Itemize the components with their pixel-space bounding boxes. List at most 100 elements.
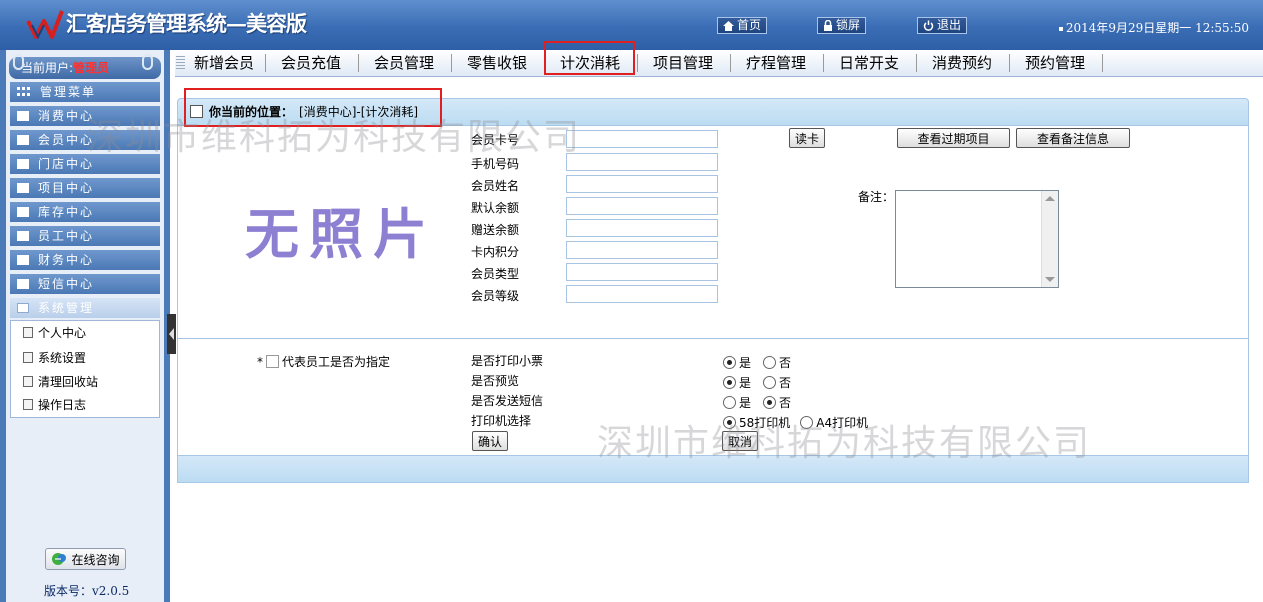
- hook-icon: [13, 54, 24, 70]
- menu-title: 管理菜单: [10, 82, 160, 102]
- chat-icon: [52, 553, 67, 565]
- current-user: 当前用户:管理员: [9, 54, 161, 79]
- submenu-item-recycle[interactable]: 清理回收站: [23, 373, 98, 390]
- divider: [177, 338, 1249, 339]
- view-remarks-button[interactable]: 查看备注信息: [1016, 128, 1130, 148]
- nav-course-manage[interactable]: 疗程管理: [737, 50, 815, 76]
- print-receipt-yes[interactable]: [723, 356, 736, 369]
- nav-separator: [730, 54, 731, 72]
- member-level-input[interactable]: [566, 285, 718, 303]
- read-card-button[interactable]: 读卡: [789, 128, 825, 148]
- nav-member-manage[interactable]: 会员管理: [365, 50, 443, 76]
- label-card-points: 卡内积分: [471, 245, 520, 259]
- watermark-top: 深圳市维科拓为科技有限公司: [87, 117, 582, 158]
- version-label: 版本号：v2.0.5: [44, 584, 130, 598]
- remarks-label: 备注：: [858, 190, 895, 204]
- module-nav: 新增会员 会员充值 会员管理 零售收银 计次消耗 项目管理 疗程管理 日常开支 …: [175, 50, 1263, 77]
- employee-assigned-checkbox[interactable]: [266, 355, 279, 368]
- view-expired-button[interactable]: 查看过期项目: [897, 128, 1010, 148]
- default-balance-input[interactable]: [566, 197, 718, 215]
- menu-icon: [17, 111, 29, 121]
- home-button[interactable]: 首页: [717, 17, 768, 34]
- label-member-type: 会员类型: [471, 267, 520, 281]
- power-icon: [923, 20, 934, 31]
- menu-icon: [17, 159, 29, 169]
- nav-separator: [1009, 54, 1010, 72]
- menu-icon: [17, 207, 29, 217]
- sidebar-item-sms[interactable]: 短信中心: [10, 274, 160, 294]
- grid-icon: [17, 87, 30, 96]
- preview-yes[interactable]: [723, 376, 736, 389]
- send-sms-yes[interactable]: [723, 396, 736, 409]
- submenu-item-logs[interactable]: 操作日志: [23, 396, 86, 413]
- sidebar-item-staff[interactable]: 员工中心: [10, 226, 160, 246]
- nav-separator: [823, 54, 824, 72]
- printer-select-label: 打印机选择: [471, 414, 532, 428]
- scroll-up-icon: [1045, 196, 1055, 201]
- print-receipt-label: 是否打印小票: [471, 354, 544, 368]
- home-label: 首页: [737, 18, 762, 32]
- nav-consume-booking[interactable]: 消费预约: [923, 50, 1001, 76]
- send-sms-radio: 是 否: [723, 394, 791, 411]
- label-member-name: 会员姓名: [471, 179, 520, 193]
- sidebar-item-project[interactable]: 项目中心: [10, 178, 160, 198]
- preview-radio: 是 否: [723, 374, 791, 391]
- nav-separator: [265, 54, 266, 72]
- member-photo-placeholder: 无照片: [245, 202, 437, 266]
- logout-button[interactable]: 退出: [917, 17, 968, 34]
- nav-booking-manage[interactable]: 预约管理: [1016, 50, 1094, 76]
- logo-icon: [26, 10, 64, 40]
- sidebar-item-finance[interactable]: 财务中心: [10, 250, 160, 270]
- send-sms-no[interactable]: [763, 396, 777, 409]
- nav-separator: [358, 54, 359, 72]
- page-icon: [23, 399, 33, 410]
- menu-icon: [17, 279, 29, 289]
- sidebar-toggle[interactable]: [167, 314, 176, 354]
- datetime: 2014年9月29日星期一 12:55:50: [1058, 19, 1249, 36]
- confirm-button[interactable]: 确认: [472, 431, 508, 451]
- nav-project-manage[interactable]: 项目管理: [644, 50, 722, 76]
- print-receipt-no[interactable]: [763, 356, 777, 369]
- phone-input[interactable]: [566, 153, 718, 171]
- nav-separator: [916, 54, 917, 72]
- employee-assigned-option[interactable]: * 代表员工是否为指定: [257, 353, 390, 370]
- page-icon: [23, 352, 33, 363]
- nav-member-recharge[interactable]: 会员充值: [272, 50, 350, 76]
- app-title: 汇客店务管理系统—美容版: [66, 11, 307, 36]
- nav-separator: [451, 54, 452, 72]
- label-bonus-balance: 赠送余额: [471, 223, 520, 237]
- page-icon: [23, 327, 33, 338]
- watermark-bottom: 深圳市维科拓为科技有限公司: [597, 423, 1092, 464]
- lock-label: 锁屏: [836, 18, 861, 32]
- current-user-name: 管理员: [73, 61, 110, 75]
- preview-no[interactable]: [763, 376, 777, 389]
- nav-add-member[interactable]: 新增会员: [185, 50, 263, 76]
- submenu-item-settings[interactable]: 系统设置: [23, 349, 86, 366]
- submenu-item-personal[interactable]: 个人中心: [23, 324, 86, 341]
- menu-icon: [17, 231, 29, 241]
- label-default-balance: 默认余额: [471, 201, 520, 215]
- card-number-input[interactable]: [566, 130, 718, 148]
- page-icon: [23, 376, 33, 387]
- nav-daily-expense[interactable]: 日常开支: [830, 50, 908, 76]
- label-member-level: 会员等级: [471, 289, 520, 303]
- online-consult-button[interactable]: 在线咨询: [45, 548, 126, 570]
- active-tab-highlight: [544, 41, 635, 75]
- bonus-balance-input[interactable]: [566, 219, 718, 237]
- card-points-input[interactable]: [566, 241, 718, 259]
- send-sms-label: 是否发送短信: [471, 394, 544, 408]
- member-name-input[interactable]: [566, 175, 718, 193]
- logout-label: 退出: [937, 18, 962, 32]
- preview-label: 是否预览: [471, 374, 520, 388]
- member-type-input[interactable]: [566, 263, 718, 281]
- menu-icon: [17, 303, 29, 313]
- bullet-icon: [1058, 26, 1063, 31]
- remarks-scrollbar[interactable]: [1041, 191, 1058, 287]
- sidebar-item-system[interactable]: 系统管理: [10, 298, 160, 318]
- remarks-textarea[interactable]: [895, 190, 1059, 288]
- menu-icon: [17, 135, 29, 145]
- nav-separator: [1102, 54, 1103, 72]
- sidebar-item-inventory[interactable]: 库存中心: [10, 202, 160, 222]
- nav-retail-checkout[interactable]: 零售收银: [458, 50, 536, 76]
- lock-screen-button[interactable]: 锁屏: [817, 17, 867, 34]
